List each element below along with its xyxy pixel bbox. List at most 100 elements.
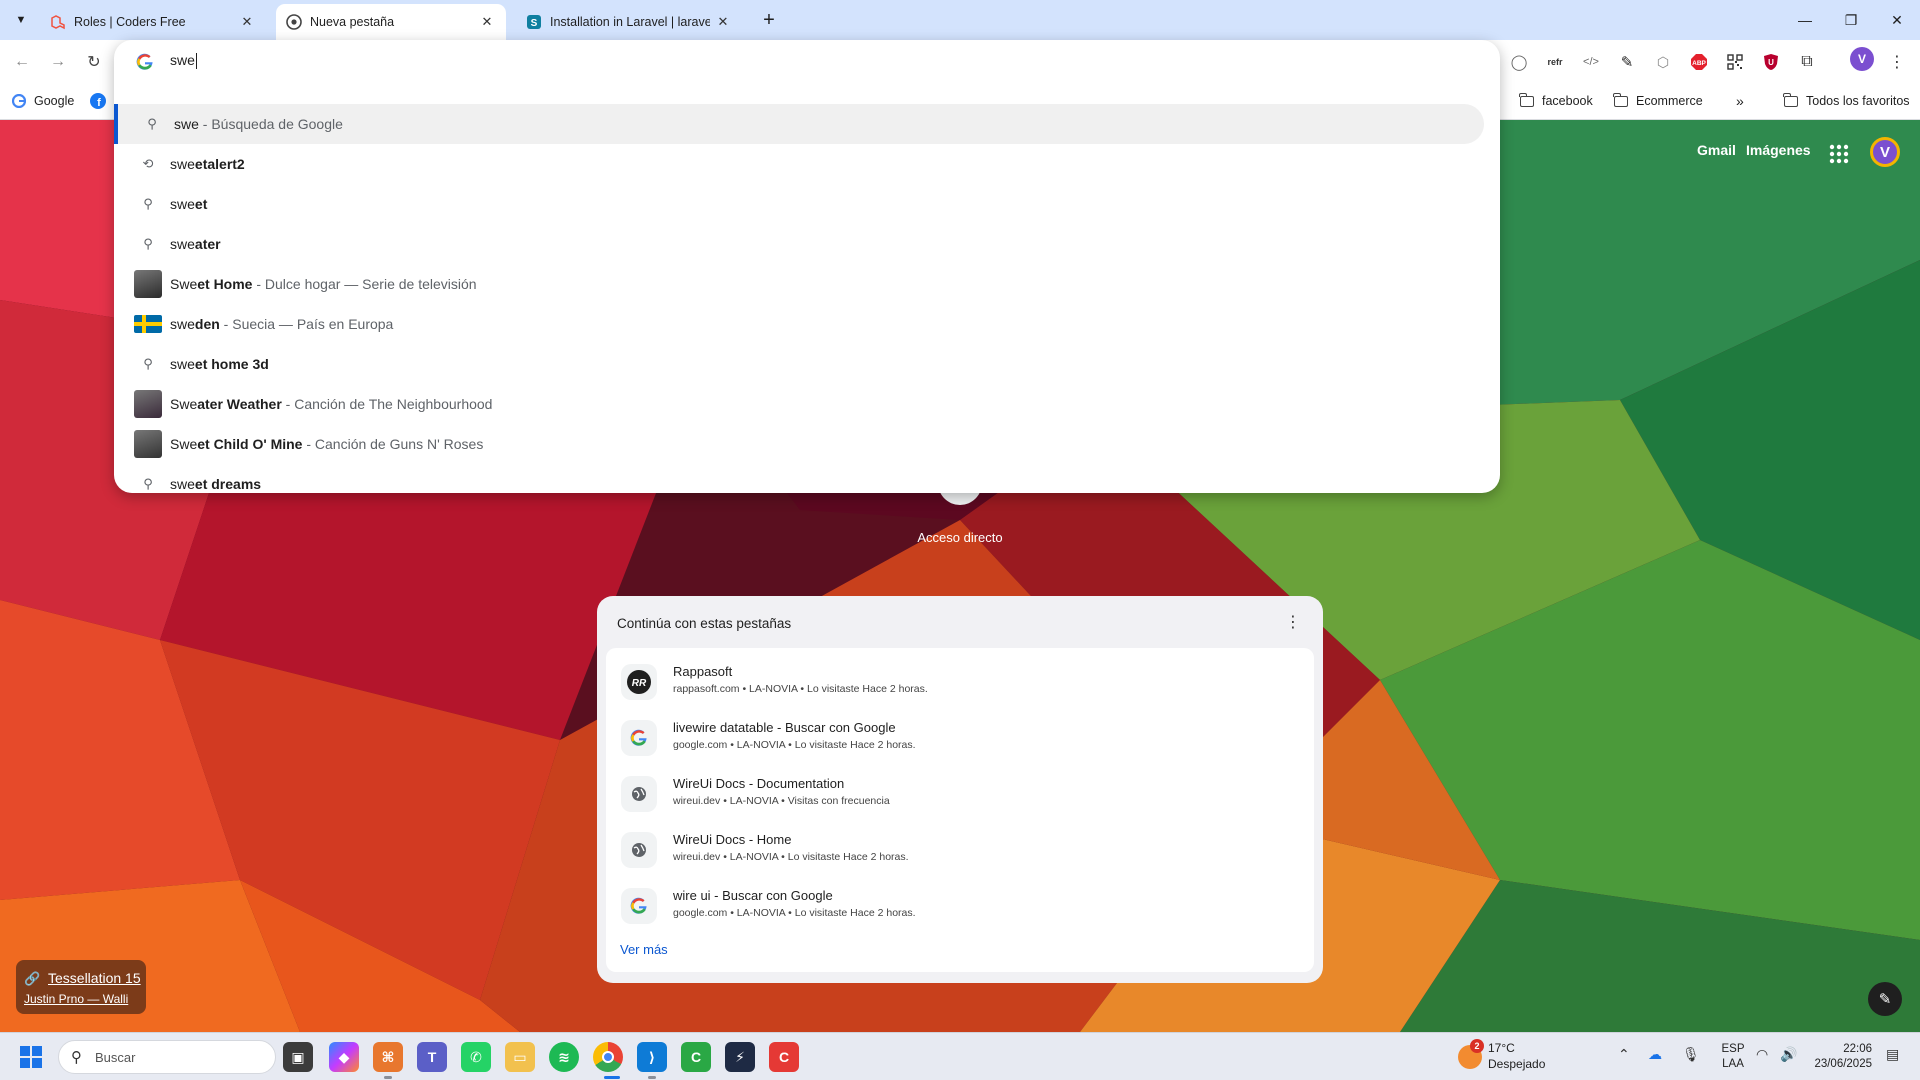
extension-shape-icon[interactable]: ⬡: [1652, 51, 1674, 73]
red-app-icon[interactable]: C: [769, 1042, 799, 1072]
microphone-icon[interactable]: 🎙: [1682, 1046, 1700, 1063]
suggestion-item[interactable]: ⟲ sweetalert2: [114, 144, 1500, 184]
tab-new-tab[interactable]: Nueva pestaña ✕: [276, 4, 506, 40]
bookmark-facebook-icon-only[interactable]: f: [90, 91, 106, 111]
adblock-plus-icon[interactable]: ABP: [1688, 51, 1710, 73]
suggestion-item[interactable]: Sweater Weather - Canción de The Neighbo…: [114, 384, 1500, 424]
bookmark-folder-facebook[interactable]: facebook: [1519, 91, 1593, 111]
wallpaper-author-link[interactable]: Justin Prno — Walli: [24, 992, 128, 1006]
code-editor-icon[interactable]: ⚡: [725, 1042, 755, 1072]
text-caret: [195, 53, 197, 70]
spotify-icon[interactable]: ≋: [549, 1042, 579, 1072]
suggestion-text: Sweet Home - Dulce hogar — Serie de tele…: [170, 276, 477, 292]
running-indicator: [384, 1076, 392, 1079]
close-icon[interactable]: ✕: [238, 13, 256, 31]
suggestion-item[interactable]: ⚲ sweet: [114, 184, 1500, 224]
google-account-avatar[interactable]: V: [1870, 137, 1900, 167]
new-tab-button[interactable]: +: [756, 7, 782, 33]
wifi-icon[interactable]: ◠: [1756, 1046, 1768, 1063]
bookmark-all-favorites[interactable]: Todos los favoritos: [1783, 91, 1910, 111]
pencil-icon: ✎: [1878, 991, 1892, 1008]
suggestion-item[interactable]: Sweet Child O' Mine - Canción de Guns N'…: [114, 424, 1500, 464]
back-button[interactable]: ←: [8, 48, 36, 76]
windows-taskbar: ⚲ Buscar ▣ ◆ ⌘ T ✆ ▭ ≋ ⟩ C ⚡ C 2 17°C De…: [0, 1032, 1920, 1080]
suggestion-item[interactable]: ⚲ sweater: [114, 224, 1500, 264]
reload-button[interactable]: ↻: [80, 48, 108, 76]
qr-code-icon[interactable]: [1724, 51, 1746, 73]
refr-extension-icon[interactable]: refr: [1544, 51, 1566, 73]
list-item[interactable]: WireUi Docs - Home wireui.dev • LA-NOVIA…: [615, 824, 1305, 876]
forward-button[interactable]: →: [44, 48, 72, 76]
chevron-up-icon[interactable]: ⌃: [1618, 1046, 1630, 1063]
google-icon: [12, 94, 26, 108]
svg-text:ABP: ABP: [1692, 60, 1706, 67]
omnibox-dropdown: swe ⚲ swe - Búsqueda de Google ⟲ sweetalert…: [114, 40, 1500, 493]
notification-icon[interactable]: ▤: [1886, 1046, 1899, 1063]
omnibox-query-text: swe: [170, 52, 197, 70]
eyedropper-icon[interactable]: ✎: [1616, 51, 1638, 73]
bookmarks-overflow-button[interactable]: »: [1736, 91, 1744, 111]
windows-start-icon[interactable]: [20, 1046, 42, 1068]
suggestion-item[interactable]: Sweet Home - Dulce hogar — Serie de tele…: [114, 264, 1500, 304]
google-apps-icon[interactable]: [1825, 140, 1853, 168]
input-language-indicator[interactable]: ESP LAA: [1718, 1042, 1748, 1072]
omnibox-input[interactable]: swe: [114, 40, 1500, 84]
suggestion-text: swe - Búsqueda de Google: [174, 116, 343, 132]
gmail-link[interactable]: Gmail: [1697, 142, 1736, 158]
shortcut-label: Acceso directo: [917, 530, 1003, 545]
onedrive-cloud-icon[interactable]: ☁: [1648, 1046, 1662, 1063]
bookmark-google[interactable]: Google: [12, 91, 74, 111]
suggestion-item[interactable]: ⚲ sweet dreams: [114, 464, 1500, 504]
extension-circle-icon[interactable]: ◯: [1508, 51, 1530, 73]
copilot-icon[interactable]: ◆: [329, 1042, 359, 1072]
tab-roles[interactable]: Roles | Coders Free ✕: [40, 4, 266, 40]
speaker-icon[interactable]: 🔊: [1780, 1046, 1797, 1063]
ublock-origin-icon[interactable]: U: [1760, 51, 1782, 73]
more-vertical-icon[interactable]: ⋮: [1886, 51, 1908, 73]
tab-search-button[interactable]: ▼: [8, 7, 34, 33]
file-explorer-icon[interactable]: ▭: [505, 1042, 535, 1072]
list-item[interactable]: WireUi Docs - Documentation wireui.dev •…: [615, 768, 1305, 820]
suggestion-item[interactable]: ⚲ swe - Búsqueda de Google: [114, 104, 1484, 144]
suggestion-item[interactable]: sweden - Suecia — País en Europa: [114, 304, 1500, 344]
suggestion-item[interactable]: ⚲ sweet home 3d: [114, 344, 1500, 384]
tab-strip: ▼ Roles | Coders Free ✕ Nueva pestaña ✕ …: [0, 0, 1920, 40]
system-clock[interactable]: 22:06 23/06/2025: [1810, 1042, 1872, 1072]
card-menu-button[interactable]: ⋮: [1281, 610, 1305, 634]
xampp-icon[interactable]: ⌘: [373, 1042, 403, 1072]
extensions-puzzle-icon[interactable]: ⧉: [1796, 51, 1818, 73]
list-item[interactable]: livewire datatable - Buscar con Google g…: [615, 712, 1305, 764]
google-icon: [136, 53, 153, 70]
close-window-button[interactable]: ✕: [1874, 4, 1920, 36]
taskbar-search-input[interactable]: ⚲ Buscar: [58, 1040, 276, 1074]
camtasia-icon[interactable]: C: [681, 1042, 711, 1072]
close-icon[interactable]: ✕: [714, 13, 732, 31]
task-view-icon[interactable]: ▣: [283, 1042, 313, 1072]
bookmark-folder-ecommerce[interactable]: Ecommerce: [1613, 91, 1703, 111]
search-icon: ⚲: [71, 1049, 82, 1066]
see-more-link[interactable]: Ver más: [620, 942, 668, 957]
vscode-icon[interactable]: ⟩: [637, 1042, 667, 1072]
item-title: wire ui - Buscar con Google: [673, 888, 833, 903]
link-icon: 🔗: [24, 971, 41, 986]
card-list: RR Rappasoft rappasoft.com • LA-NOVIA • …: [606, 648, 1314, 972]
search-icon: ⚲: [143, 236, 153, 251]
tab-installation[interactable]: S Installation in Laravel | laravel-s ✕: [516, 4, 742, 40]
whatsapp-icon[interactable]: ✆: [461, 1042, 491, 1072]
restore-button[interactable]: ❐: [1828, 4, 1874, 36]
wallpaper-title-link[interactable]: Tessellation 15: [48, 970, 141, 986]
profile-avatar[interactable]: V: [1850, 47, 1874, 71]
teams-icon[interactable]: T: [417, 1042, 447, 1072]
running-indicator: [604, 1076, 620, 1079]
svg-text:S: S: [531, 18, 538, 29]
card-title: Continúa con estas pestañas: [617, 616, 792, 631]
customize-chrome-button[interactable]: ✎: [1868, 982, 1902, 1016]
code-extension-icon[interactable]: </>: [1580, 51, 1602, 73]
weather-badge: 2: [1470, 1039, 1484, 1053]
list-item[interactable]: wire ui - Buscar con Google google.com •…: [615, 880, 1305, 932]
images-link[interactable]: Imágenes: [1746, 142, 1811, 158]
list-item[interactable]: RR Rappasoft rappasoft.com • LA-NOVIA • …: [615, 656, 1305, 708]
close-icon[interactable]: ✕: [478, 13, 496, 31]
chrome-icon[interactable]: [593, 1042, 623, 1072]
minimize-button[interactable]: —: [1782, 4, 1828, 36]
